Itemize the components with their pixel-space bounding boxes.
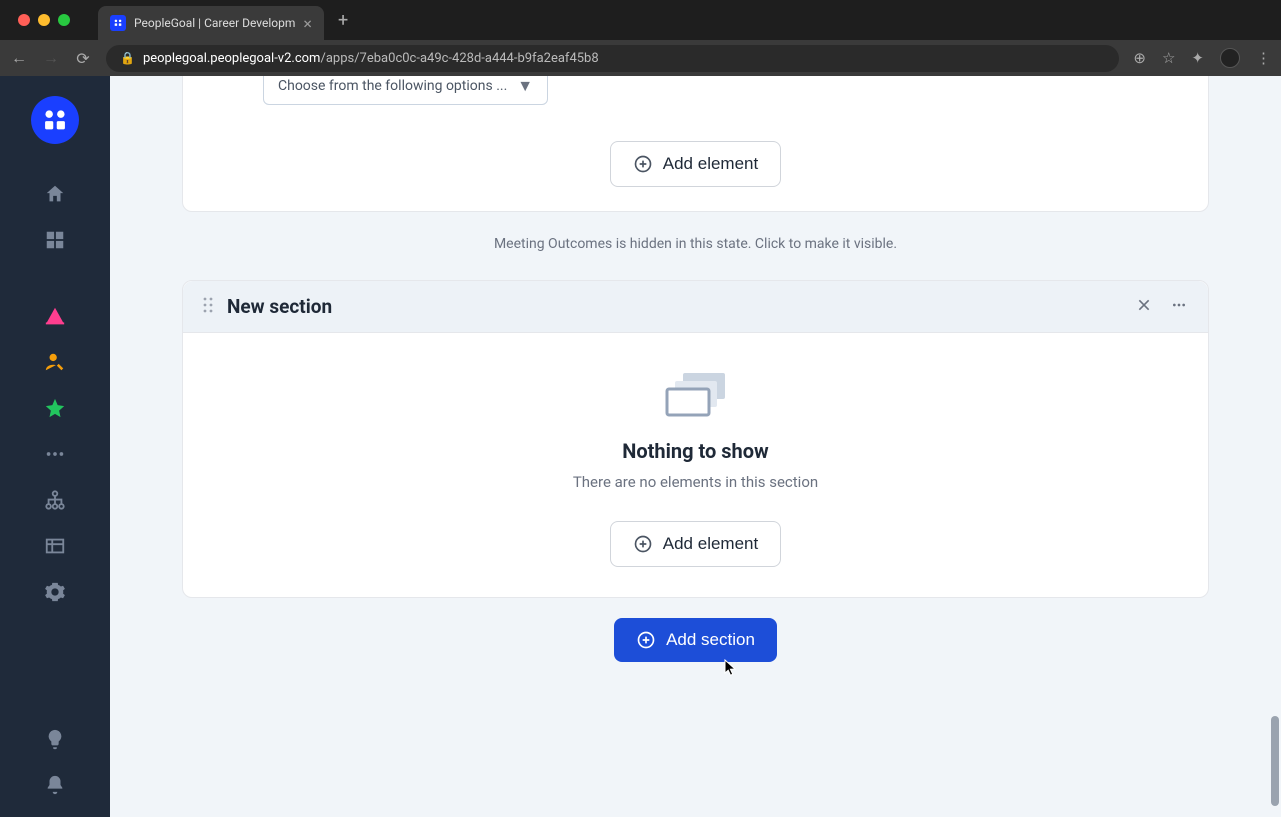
settings-icon[interactable] [35,572,75,612]
url-bar[interactable]: 🔒 peoplegoal.peoplegoal-v2.com/apps/7eba… [106,45,1119,72]
options-dropdown[interactable]: Choose from the following options ... ▼ [263,76,548,105]
browser-menu-icon[interactable]: ⋮ [1256,49,1271,67]
add-section-label: Add section [666,630,755,650]
plus-circle-icon [633,154,653,174]
url-text: peoplegoal.peoplegoal-v2.com/apps/7eba0c… [143,51,599,66]
person-edit-icon[interactable] [35,342,75,382]
back-button[interactable]: ← [10,48,28,68]
add-element-label: Add element [663,154,758,174]
tab-title: PeopleGoal | Career Developm [134,16,295,30]
add-section-button[interactable]: Add section [614,618,777,662]
add-element-label: Add element [663,534,758,554]
browser-chrome: PeopleGoal | Career Developm × + ← → ⟳ 🔒… [0,0,1281,76]
plus-circle-icon [636,630,656,650]
bookmark-icon[interactable]: ☆ [1162,49,1175,67]
window-close[interactable] [18,14,30,26]
favicon-icon [110,15,126,31]
reload-button[interactable]: ⟳ [74,49,92,68]
new-section-card: New section [182,280,1209,598]
more-icon[interactable] [35,434,75,474]
extensions-icon[interactable]: ✦ [1191,49,1204,67]
add-element-button-empty[interactable]: Add element [610,521,781,567]
star-icon[interactable] [35,388,75,428]
section-more-icon[interactable] [1170,297,1188,317]
hidden-section-notice[interactable]: Meeting Outcomes is hidden in this state… [110,236,1281,252]
grid-icon[interactable] [35,220,75,260]
home-icon[interactable] [35,174,75,214]
drag-handle-icon[interactable] [203,296,213,318]
app-logo[interactable] [31,96,79,144]
window-minimize[interactable] [38,14,50,26]
options-card: Choose from the following options ... ▼ … [182,76,1209,212]
zoom-icon[interactable]: ⊕ [1133,49,1146,67]
scrollbar[interactable] [1271,716,1279,806]
empty-state: Nothing to show There are no elements in… [183,333,1208,597]
empty-subtitle: There are no elements in this section [573,473,818,491]
forward-button[interactable]: → [42,48,60,68]
window-controls [8,14,80,26]
close-section-icon[interactable] [1136,297,1152,317]
bell-icon[interactable] [35,765,75,805]
tab-close-icon[interactable]: × [303,14,312,33]
section-header: New section [183,281,1208,333]
sidebar [0,76,110,817]
dropdown-label: Choose from the following options ... [278,78,507,94]
tab-bar: PeopleGoal | Career Developm × + [0,0,1281,40]
main-content: Choose from the following options ... ▼ … [110,76,1281,817]
profile-avatar[interactable] [1220,48,1240,68]
org-chart-icon[interactable] [35,480,75,520]
browser-right-icons: ⊕ ☆ ✦ ⋮ [1133,48,1271,68]
chevron-down-icon: ▼ [517,76,533,96]
lock-icon: 🔒 [120,51,135,65]
empty-title: Nothing to show [622,439,769,463]
table-icon[interactable] [35,526,75,566]
app-root: Choose from the following options ... ▼ … [0,76,1281,817]
new-tab-button[interactable]: + [324,10,362,31]
window-maximize[interactable] [58,14,70,26]
section-title: New section [227,295,1122,318]
empty-cards-icon [663,369,729,421]
browser-tab[interactable]: PeopleGoal | Career Developm × [98,6,324,40]
add-element-button[interactable]: Add element [610,141,781,187]
pyramid-icon[interactable] [35,296,75,336]
address-bar: ← → ⟳ 🔒 peoplegoal.peoplegoal-v2.com/app… [0,40,1281,76]
plus-circle-icon [633,534,653,554]
lightbulb-icon[interactable] [35,719,75,759]
